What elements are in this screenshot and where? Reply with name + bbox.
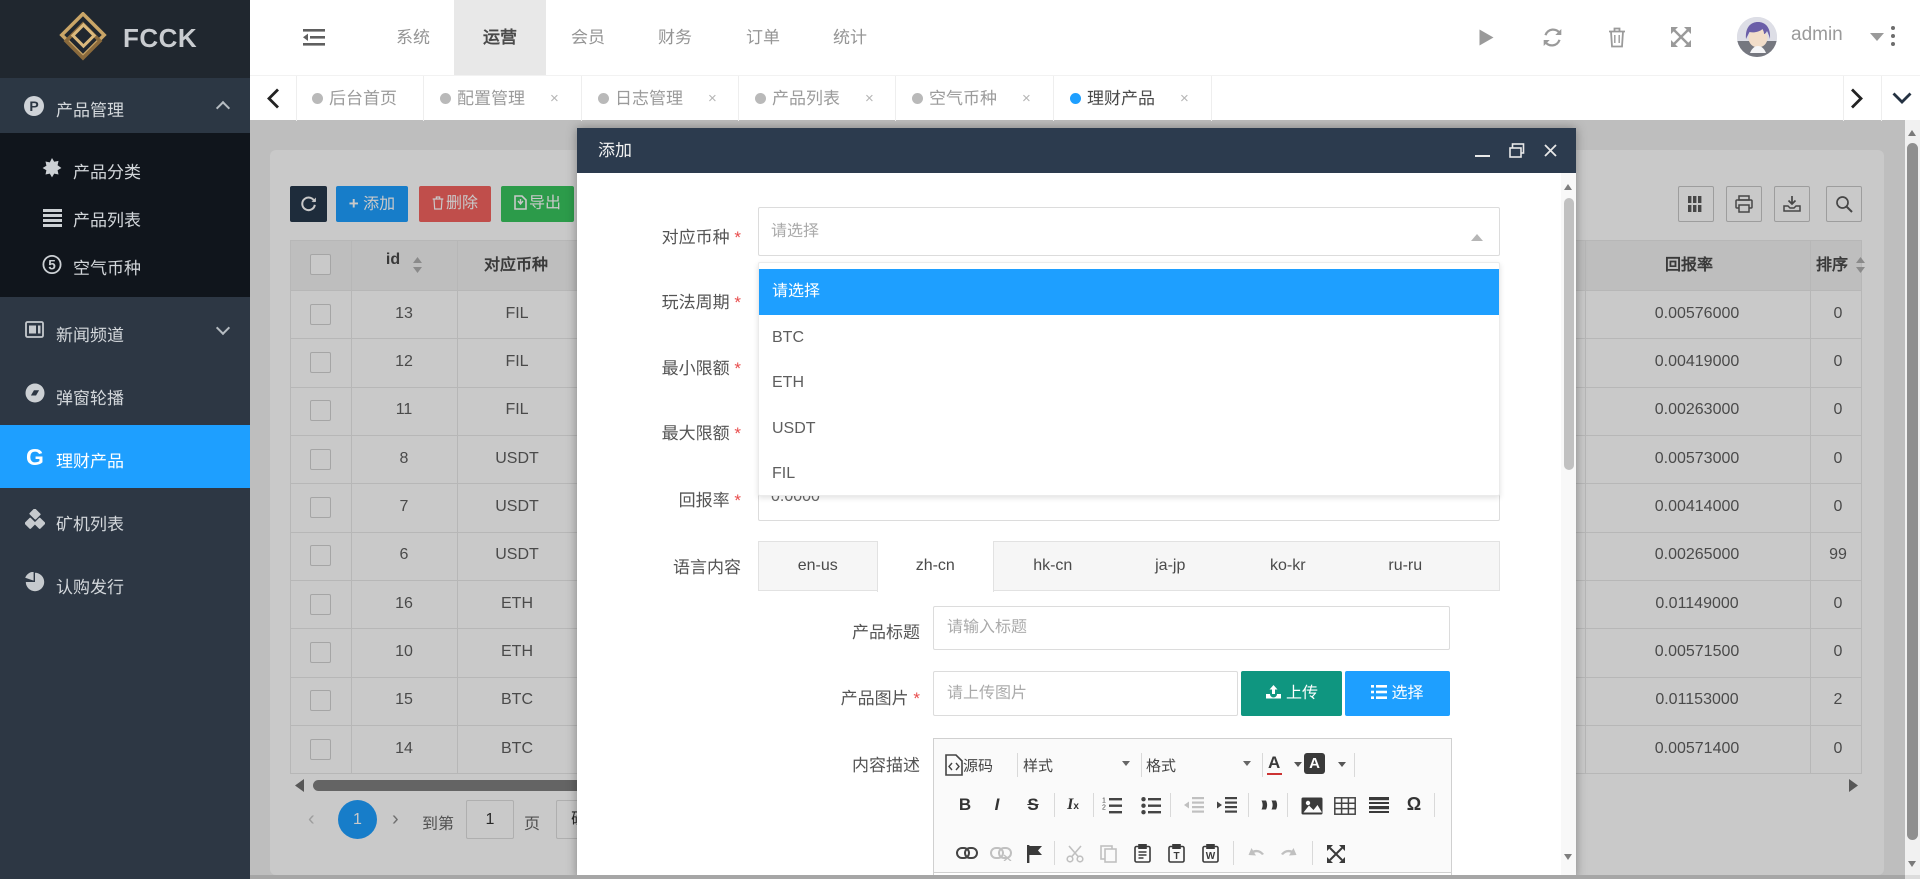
- svg-text:5: 5: [48, 258, 56, 273]
- svg-text:W: W: [1206, 851, 1216, 862]
- svg-text:T: T: [1173, 851, 1179, 862]
- svg-text:2: 2: [1102, 804, 1106, 811]
- svg-text:1: 1: [1102, 797, 1106, 804]
